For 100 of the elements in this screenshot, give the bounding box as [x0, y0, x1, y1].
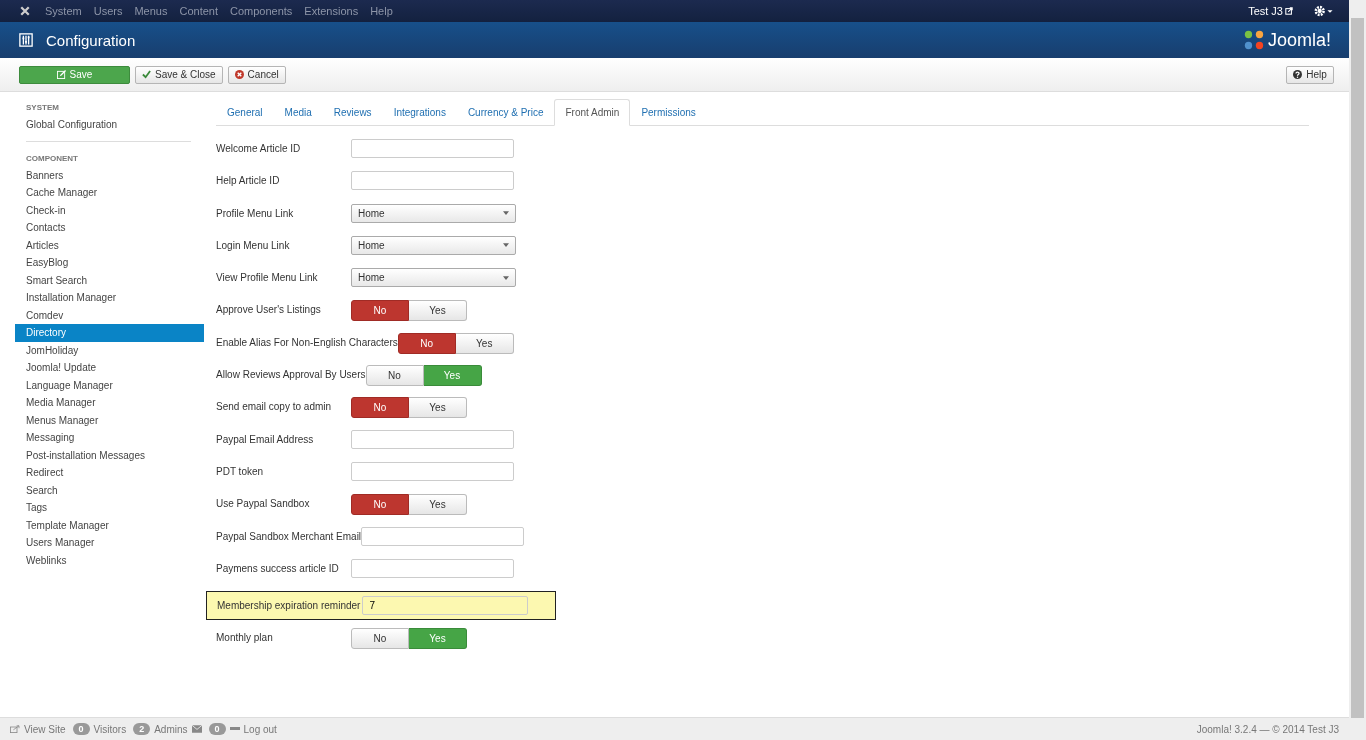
scrollbar-thumb[interactable] [1351, 18, 1364, 718]
input-field[interactable]: 7 [362, 596, 529, 616]
user-link[interactable]: Test J3 [1248, 5, 1283, 17]
edit-icon [56, 70, 66, 79]
top-menu-item[interactable]: Extensions [304, 5, 359, 17]
input-field[interactable] [351, 139, 514, 158]
sidebar-item[interactable]: Menus Manager [15, 411, 204, 429]
field-label: Profile Menu Link [216, 206, 295, 219]
toolbar-button[interactable]: Cancel [227, 65, 286, 84]
logout-link[interactable]: Log out [243, 723, 277, 735]
toggle-option[interactable]: No [351, 494, 409, 516]
top-menu-item[interactable]: Components [230, 5, 293, 17]
sidebar-item[interactable]: Search [15, 481, 204, 499]
input-field[interactable] [351, 171, 514, 191]
sidebar-item[interactable]: Users Manager [15, 534, 204, 552]
sidebar-item[interactable]: Template Manager [15, 516, 204, 534]
toggle-option[interactable]: No [365, 365, 424, 387]
messages-count-badge: 0 [208, 723, 226, 735]
tab[interactable]: Integrations [382, 99, 457, 126]
joomla-logo-icon[interactable] [19, 5, 31, 17]
toggle-option[interactable]: No [351, 628, 409, 650]
sidebar-item[interactable]: Post-installation Messages [15, 446, 204, 464]
version-text: Joomla! 3.2.4 — © 2014 Test J3 [1196, 723, 1339, 735]
input-field[interactable] [351, 429, 514, 449]
sidebar-heading: COMPONENT [25, 152, 79, 165]
scrollbar[interactable] [1349, 0, 1366, 740]
toggle-option[interactable]: No [351, 300, 409, 322]
input-field[interactable] [351, 461, 514, 481]
page-title: Configuration [46, 31, 136, 49]
sidebar-item[interactable]: Installation Manager [15, 289, 204, 307]
minus-icon [229, 725, 240, 733]
sidebar-item[interactable]: Joomla! Update [15, 359, 204, 377]
field-label: Use Paypal Sandbox [216, 497, 311, 510]
envelope-icon [191, 725, 202, 733]
admins-label: Admins [154, 723, 188, 735]
toggle-option[interactable]: Yes [409, 494, 467, 516]
tab[interactable]: Front Admin [554, 99, 631, 126]
toggle-option[interactable]: No [351, 397, 409, 419]
help-button[interactable]: Help [1286, 65, 1334, 84]
field-label: Login Menu Link [216, 238, 291, 251]
toggle-option[interactable]: Yes [455, 332, 514, 354]
field-label: PDT token [216, 464, 265, 477]
field-label: Paypal Sandbox Merchant Email [216, 529, 362, 542]
select-dropdown[interactable]: Home [351, 203, 516, 223]
input-field[interactable] [351, 558, 514, 578]
select-dropdown[interactable]: Home [351, 268, 516, 288]
sidebar-item[interactable]: Articles [15, 236, 204, 254]
sidebar-item[interactable]: Media Manager [15, 394, 204, 412]
input-field[interactable] [361, 526, 525, 546]
field-label: Welcome Article ID [216, 142, 302, 154]
check-icon [142, 70, 151, 79]
toggle-option[interactable]: No [397, 332, 456, 354]
sidebar-item[interactable]: Contacts [15, 219, 204, 237]
settings-icon[interactable] [1313, 5, 1335, 17]
field-label: Paypal Email Address [216, 432, 315, 445]
sidebar-item[interactable]: JomHoliday [15, 341, 204, 359]
field-label: Membership expiration reminder [217, 599, 361, 612]
sidebar-item[interactable]: Comdev [15, 306, 204, 324]
sidebar-item[interactable]: Directory [15, 324, 204, 342]
top-menu-item[interactable]: Help [370, 5, 393, 17]
sidebar-item[interactable]: Tags [15, 499, 204, 517]
field-label: Approve User's Listings [216, 303, 322, 316]
tab[interactable]: General [216, 99, 274, 126]
external-link-icon [10, 725, 20, 733]
sidebar-item[interactable]: Weblinks [15, 551, 204, 569]
field-label: Paymens success article ID [216, 561, 340, 574]
visitors-label: Visitors [93, 723, 127, 735]
top-menu-item[interactable]: System [45, 5, 82, 17]
top-menu-item[interactable]: Menus [134, 5, 168, 17]
field-label: Allow Reviews Approval By Users [216, 368, 366, 381]
brand-name: Joomla! [1267, 29, 1331, 51]
sidebar-heading: SYSTEM [25, 102, 60, 114]
caret-icon [503, 243, 509, 248]
sidebar-item[interactable]: EasyBlog [15, 254, 204, 272]
sidebar-item[interactable]: Redirect [15, 464, 204, 482]
sidebar-item[interactable]: Banners [15, 166, 204, 184]
view-site-link[interactable]: View Site [24, 723, 66, 735]
sidebar-item[interactable]: Check-in [15, 201, 204, 219]
field-label: Enable Alias For Non-English Characters [216, 335, 398, 348]
toolbar-button[interactable]: Save & Close [135, 65, 223, 84]
tab[interactable]: Media [273, 99, 323, 126]
sidebar-item[interactable]: Language Manager [15, 376, 204, 394]
toggle-option[interactable]: Yes [409, 397, 467, 419]
sidebar-item[interactable]: Smart Search [15, 271, 204, 289]
external-link-icon [1285, 7, 1293, 15]
field-label: Monthly plan [216, 631, 274, 644]
tab[interactable]: Permissions [630, 99, 707, 126]
brand-logo-icon [1242, 29, 1265, 51]
help-icon [1293, 70, 1303, 79]
top-menu-item[interactable]: Content [179, 5, 218, 17]
tab[interactable]: Currency & Price [456, 99, 555, 126]
sidebar-item[interactable]: Messaging [15, 429, 204, 447]
cancel-icon [234, 70, 244, 79]
select-dropdown[interactable]: Home [351, 235, 516, 255]
sidebar-item[interactable]: Cache Manager [15, 184, 204, 202]
sidebar-item[interactable]: Global Configuration [15, 116, 204, 134]
tab[interactable]: Reviews [322, 99, 383, 126]
field-label: View Profile Menu Link [216, 271, 319, 284]
toggle-option[interactable]: Yes [409, 300, 467, 322]
top-menu-item[interactable]: Users [93, 5, 123, 17]
